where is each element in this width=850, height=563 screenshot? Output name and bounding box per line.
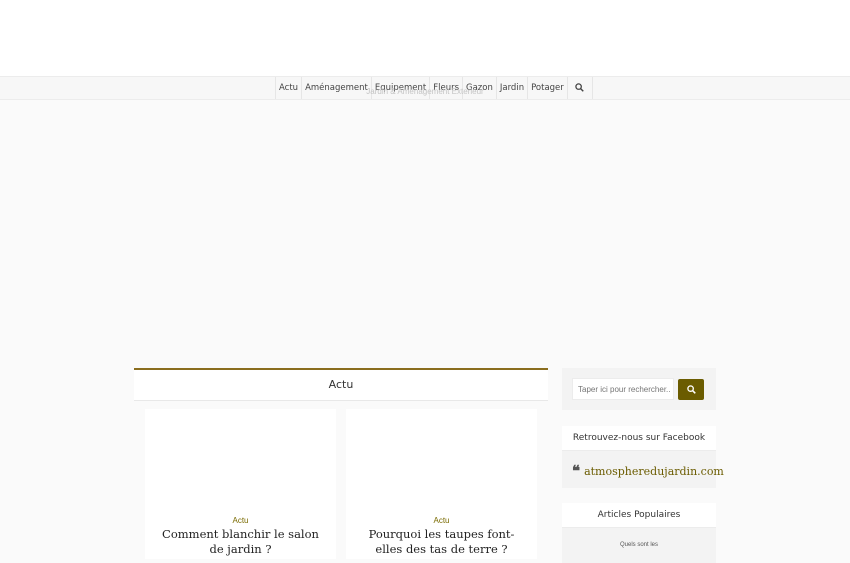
search-button[interactable] [678,379,704,400]
facebook-row: ❝ atmospheredujardin.com [572,462,724,480]
popular-item-title[interactable]: Quels sont les [562,542,716,548]
search-widget [562,368,716,410]
facebook-widget: Retrouvez-nous sur Facebook ❝ atmosphered… [562,426,724,488]
main-content: Actu Actu Comment blanchir le salon de j… [134,368,548,559]
facebook-link[interactable]: atmospheredujardin.com [584,465,724,478]
post-title[interactable]: Pourquoi les taupes font-elles des tas d… [356,527,527,557]
post-card[interactable]: Actu Pourquoi les taupes font-elles des … [346,409,537,559]
popular-widget: Articles Populaires [562,503,716,563]
search-icon [686,385,696,394]
site-header [0,0,850,76]
widget-title: Retrouvez-nous sur Facebook [562,426,716,451]
site-tagline: Jardin & Aménagement Exterieur [366,87,484,96]
search-input[interactable] [572,378,674,400]
post-title[interactable]: Comment blanchir le salon de jardin ? [155,527,326,557]
section-title: Actu [134,368,548,401]
post-card[interactable]: Actu Comment blanchir le salon de jardin… [145,409,336,559]
post-category[interactable]: Actu [346,516,537,525]
quote-icon: ❝ [572,462,581,480]
post-category[interactable]: Actu [145,516,336,525]
widget-title: Articles Populaires [562,503,716,528]
